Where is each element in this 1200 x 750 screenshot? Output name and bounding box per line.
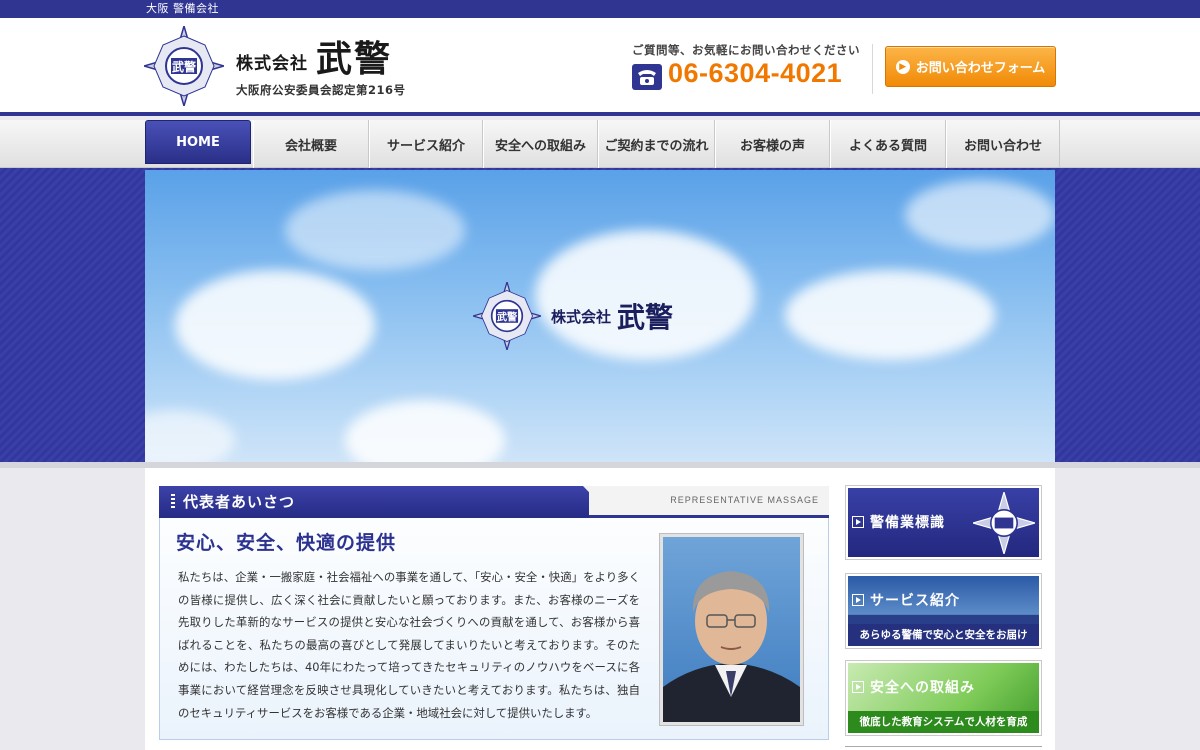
hero-company-name: 武警 — [617, 301, 674, 334]
header-divider — [872, 44, 873, 94]
banner-services[interactable]: サービス紹介 あらゆる警備で安心と安全をお届け — [845, 573, 1042, 649]
representative-portrait — [660, 534, 803, 725]
banner-label: 警備業標識 — [870, 515, 945, 531]
play-icon — [852, 516, 864, 528]
play-icon — [852, 594, 864, 606]
nav-item-contact[interactable]: お問い合わせ — [946, 120, 1060, 168]
greeting-header: 代表者あいさつ REPRESENTATIVE MASSAGE — [159, 486, 829, 518]
banner-safety[interactable]: 安全への取組み 徹底した教育システムで人材を育成 — [845, 660, 1042, 736]
license-emblem-icon — [973, 492, 1035, 554]
banner-security-license[interactable]: 警備業標識 — [845, 485, 1042, 560]
top-strip: 大阪 警備会社 — [0, 0, 1200, 18]
banner-next-edge — [845, 746, 1042, 750]
nav-item-home[interactable]: HOME — [145, 120, 251, 164]
greeting-body: 私たちは、企業・一搬家庭・社会福祉への事業を通して、「安心・安全・快適」をより多… — [178, 570, 640, 720]
main-nav: HOME 会社概要 サービス紹介 安全への取組み ご契約までの流れ お客様の声 … — [0, 120, 1200, 168]
license-number: 大阪府公安委員会認定第216号 — [236, 83, 406, 97]
greeting-subtitle: REPRESENTATIVE MASSAGE — [670, 495, 819, 505]
svg-text:武警: 武警 — [172, 59, 196, 74]
company-name-main: 武警 — [316, 39, 393, 80]
contact-form-label: お問い合わせフォーム — [915, 61, 1046, 76]
site-tag: 大阪 警備会社 — [146, 2, 219, 15]
company-emblem-icon[interactable]: 武警 — [144, 26, 224, 106]
hero-emblem-icon: 武警 — [473, 282, 541, 350]
hero-logo: 武警 株式会社 武警 — [473, 282, 673, 350]
banner-label: 安全への取組み — [870, 680, 975, 696]
greeting-title: 代表者あいさつ — [183, 493, 296, 511]
play-icon — [852, 681, 864, 693]
greeting-lead: 安心、安全、快適の提供 — [176, 532, 397, 554]
phone-icon — [632, 64, 662, 90]
nav-item-safety[interactable]: 安全への取組み — [483, 120, 598, 168]
site-header: 武警 株式会社 武警 大阪府公安委員会認定第216号 ご質問等、お気軽にお問い合… — [0, 18, 1200, 116]
banner-caption: 徹底した教育システムで人材を育成 — [848, 711, 1039, 733]
banner-label: サービス紹介 — [870, 593, 960, 609]
nav-item-services[interactable]: サービス紹介 — [369, 120, 483, 168]
banner-caption: あらゆる警備で安心と安全をお届け — [848, 624, 1039, 646]
svg-text:武警: 武警 — [497, 310, 518, 323]
company-name: 株式会社 武警 — [236, 36, 392, 80]
phone-number[interactable]: 06-6304-4021 — [668, 58, 842, 89]
hero-company-prefix: 株式会社 — [551, 307, 612, 326]
company-prefix: 株式会社 — [236, 54, 308, 74]
contact-lead: ご質問等、お気軽にお問い合わせください — [632, 43, 860, 57]
chevron-right-icon: ▶ — [895, 59, 910, 74]
nav-item-contract-flow[interactable]: ご契約までの流れ — [598, 120, 715, 168]
nav-item-testimonials[interactable]: お客様の声 — [715, 120, 830, 168]
nav-item-faq[interactable]: よくある質問 — [830, 120, 946, 168]
contact-form-button[interactable]: ▶ お問い合わせフォーム — [885, 46, 1056, 87]
nav-item-company[interactable]: 会社概要 — [253, 120, 369, 168]
